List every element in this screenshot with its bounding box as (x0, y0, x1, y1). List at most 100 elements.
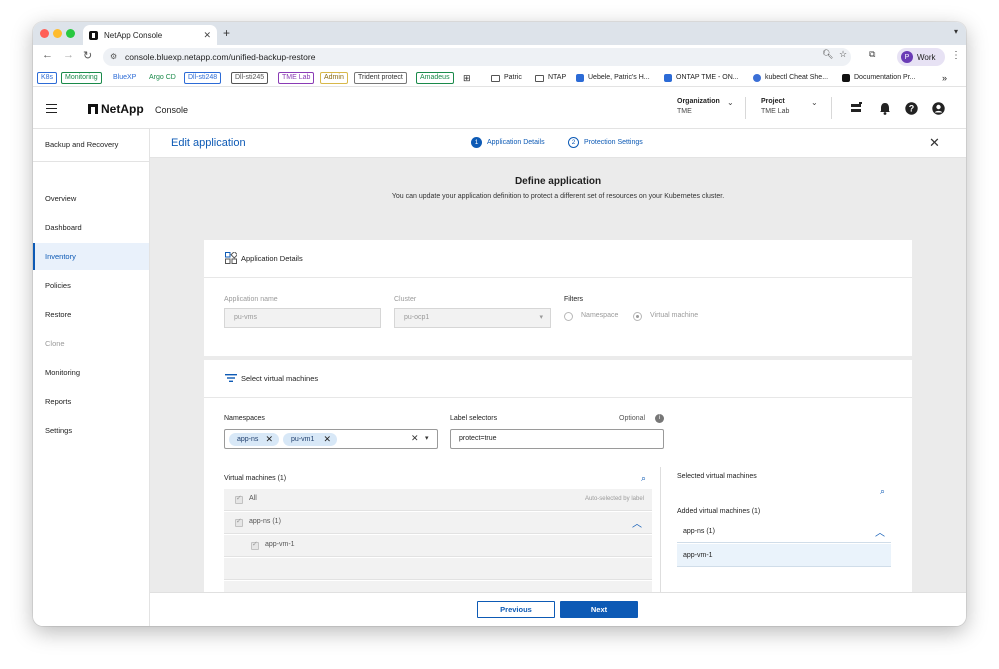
sidebar-item-restore[interactable]: Restore (33, 301, 149, 328)
step-application-details[interactable]: 1 Application Details (471, 137, 545, 148)
clear-all-icon[interactable]: ✕ (411, 433, 419, 444)
application-name-field: pu-vms (224, 308, 381, 328)
bookmark-k8s[interactable]: K8s (37, 72, 58, 84)
bookmark-dll-sti248[interactable]: Dll-sti248 (184, 72, 222, 84)
virtual-machine-radio-label: Virtual machine (650, 312, 699, 319)
bookmark-label: kubectl Cheat She... (765, 74, 829, 81)
bookmark-tme-lab[interactable]: TME Lab (278, 72, 315, 84)
tab-search-chevron-icon[interactable]: ▾ (954, 27, 958, 36)
netapp-favicon-icon (89, 30, 98, 40)
bookmark-dll-sti245[interactable]: Dll-sti245 (231, 72, 269, 84)
bookmark-monitoring[interactable]: Monitoring (61, 72, 102, 84)
tab-close-icon[interactable]: ✕ (203, 30, 211, 41)
virtual-machine-radio (633, 312, 642, 321)
organization-selector[interactable]: Organization TME ⌄ (677, 98, 734, 115)
reload-icon[interactable]: ↻ (83, 49, 92, 62)
sidebar-item-clone: Clone (45, 339, 65, 348)
user-account-icon[interactable] (932, 102, 945, 115)
vm-item-label: app-vm-1 (265, 541, 295, 548)
chevron-down-icon[interactable]: ▾ (425, 434, 429, 442)
back-icon[interactable]: ← (42, 49, 53, 61)
hamburger-menu-icon[interactable] (46, 104, 57, 113)
close-window-button[interactable] (40, 29, 49, 38)
step-protection-settings[interactable]: 2 Protection Settings (568, 137, 643, 148)
chevron-up-icon[interactable]: ︿ (875, 524, 885, 539)
bookmark-label: Patric (504, 74, 522, 81)
bookmark-trident-protect[interactable]: Trident protect (354, 72, 407, 84)
info-icon[interactable]: i (655, 414, 664, 423)
sidebar-title: Backup and Recovery (45, 140, 119, 149)
bookmark-argo-cd[interactable]: Argo CD (145, 72, 180, 84)
sidebar-item-policies[interactable]: Policies (33, 272, 149, 299)
selected-vm-row: app-vm-1 (677, 544, 891, 567)
address-bar[interactable]: ⚙ console.bluexp.netapp.com/unified-back… (103, 48, 851, 66)
remove-chip-icon[interactable]: ✕ (265, 433, 273, 446)
bookmark-star-icon[interactable]: ☆ (839, 49, 847, 60)
bookmark-ontap-tme[interactable]: ONTAP TME - ON... (664, 72, 739, 84)
bookmark-uebele[interactable]: Uebele, Patric's H... (576, 72, 650, 84)
label-selectors-input[interactable]: protect=true (450, 429, 664, 449)
site-settings-icon[interactable]: ⚙ (110, 52, 117, 61)
chevron-up-icon[interactable]: ︿ (632, 515, 642, 530)
bookmark-kubectl[interactable]: kubectl Cheat She... (753, 72, 828, 84)
filter-icon (225, 374, 237, 382)
bookmark-folder-patric[interactable]: Patric (491, 72, 522, 84)
header-divider (831, 97, 832, 119)
new-tab-icon[interactable]: + (223, 26, 230, 40)
netapp-logo[interactable]: NetApp (88, 102, 144, 116)
browser-menu-icon[interactable]: ⋮ (951, 50, 961, 61)
card-header: Select virtual machines (204, 360, 912, 398)
bookmark-label: ONTAP TME - ON... (676, 74, 739, 81)
sidebar-item-dashboard[interactable]: Dashboard (33, 214, 149, 241)
empty-row (224, 581, 652, 592)
minimize-window-button[interactable] (53, 29, 62, 38)
panel-divider (660, 467, 661, 592)
forward-icon[interactable]: → (63, 49, 74, 61)
vm-list-title: Virtual machines (1) (224, 475, 287, 482)
vm-checkbox (251, 540, 259, 550)
card-heading: Application Details (241, 254, 303, 263)
step-number: 1 (471, 137, 482, 148)
header-divider (745, 97, 746, 119)
close-icon[interactable]: ✕ (929, 135, 940, 151)
selected-group-row[interactable]: app-ns (1) ︿ (677, 521, 891, 543)
zoom-icon[interactable]: 🔍︎ (822, 49, 833, 60)
chevron-down-icon: ⌄ (811, 98, 818, 107)
select-virtual-machines-card: Select virtual machines Namespaces app-n… (204, 360, 912, 592)
sidebar-item-reports[interactable]: Reports (33, 388, 149, 415)
search-icon[interactable]: ⌕ (641, 473, 646, 484)
search-icon[interactable]: ⌕ (880, 486, 885, 497)
selected-group-label: app-ns (1) (683, 528, 715, 535)
sidebar-item-overview[interactable]: Overview (33, 185, 149, 212)
extensions-icon[interactable]: ⧉ (869, 49, 875, 60)
next-button[interactable]: Next (560, 601, 638, 618)
sidebar-item-settings[interactable]: Settings (33, 417, 149, 444)
filters-label: Filters (564, 296, 584, 303)
namespaces-multiselect[interactable]: app-ns ✕ pu-vm1 ✕ ✕ ▾ (224, 429, 438, 449)
remove-chip-icon[interactable]: ✕ (323, 433, 331, 446)
bookmark-bluexp[interactable]: BlueXP (109, 72, 141, 84)
sidebar-item-monitoring[interactable]: Monitoring (33, 359, 149, 386)
notifications-bell-icon[interactable] (878, 102, 891, 115)
browser-tab[interactable]: NetApp Console ✕ (83, 25, 217, 45)
bookmark-folder-ntap[interactable]: NTAP (535, 72, 566, 84)
bookmark-admin[interactable]: Admin (320, 72, 348, 84)
vm-group-row[interactable]: app-ns (1) ︿ (224, 512, 652, 534)
bookmarks-overflow-icon[interactable]: » (942, 72, 947, 84)
maximize-window-button[interactable] (66, 29, 75, 38)
folder-icon (491, 74, 500, 82)
console-label: Console (155, 105, 189, 115)
apps-grid-icon[interactable]: ⊞ (463, 72, 471, 84)
sidebar-item-inventory[interactable]: Inventory (33, 243, 149, 270)
previous-button[interactable]: Previous (477, 601, 555, 618)
help-icon[interactable]: ? (905, 102, 918, 115)
define-subtitle: You can update your application definiti… (391, 193, 725, 200)
wizard-footer: Previous Next (150, 592, 966, 626)
connector-icon[interactable] (850, 102, 863, 115)
card-header: Application Details (204, 240, 912, 278)
bookmark-documentation[interactable]: Documentation Pr... (842, 72, 915, 84)
profile-button[interactable]: P Work (897, 48, 945, 66)
project-selector[interactable]: Project TME Lab ⌄ (761, 98, 818, 115)
step-label: Application Details (487, 139, 545, 146)
bookmark-amadeus[interactable]: Amadeus (416, 72, 454, 84)
